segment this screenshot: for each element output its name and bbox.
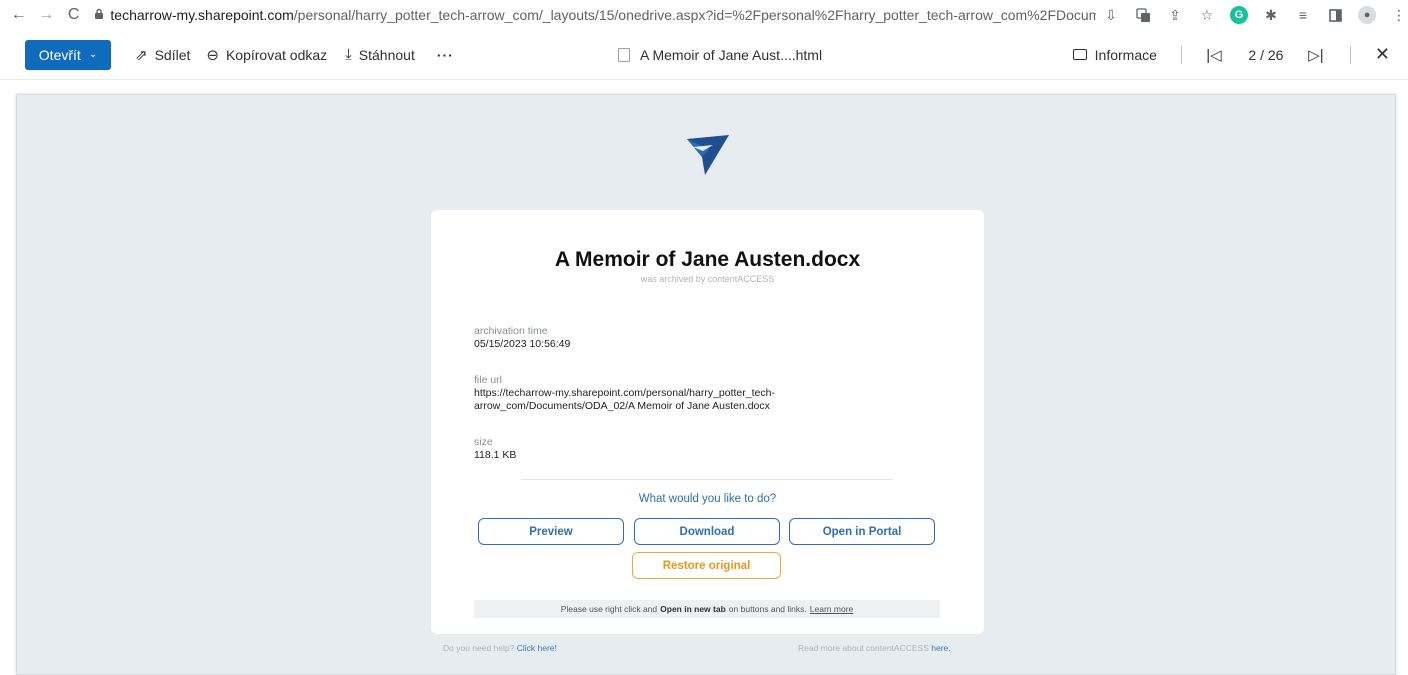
divider: [1349, 45, 1351, 64]
file-title: A Memoir of Jane Aust....html: [618, 47, 822, 63]
last-page-icon[interactable]: ▷|: [1306, 46, 1326, 64]
download-button[interactable]: Download: [634, 518, 780, 545]
hint-bold: Open in new tab: [660, 604, 726, 614]
info-icon: [1072, 49, 1087, 60]
divider: [521, 479, 893, 480]
read-more-footer: Read more about contentACCESS here.: [798, 643, 951, 653]
hint-bar: Please use right click and Open in new t…: [474, 600, 940, 618]
document-title: A Memoir of Jane Austen.docx: [554, 248, 861, 271]
link-icon: ⊖: [206, 46, 219, 64]
pager: |◁ 2 / 26 ▷|: [1182, 46, 1350, 64]
restore-original-button[interactable]: Restore original: [632, 552, 781, 579]
page-indicator: 2 / 26: [1248, 46, 1284, 63]
info-button[interactable]: Informace: [1072, 46, 1157, 63]
download-command-label: Stáhnout: [358, 46, 415, 63]
field-label: file url: [474, 374, 503, 386]
url-path: /personal/harry_potter_tech-arrow_com/_l…: [293, 7, 1097, 23]
learn-more-link[interactable]: Learn more: [810, 604, 853, 614]
reload-icon[interactable]: C: [63, 3, 84, 27]
browser-toolbar: ← → C techarrow-my.sharepoint.com/person…: [0, 0, 1408, 30]
preview-frame: A Memoir of Jane Austen.docx was archive…: [16, 94, 1396, 675]
field-value: 05/15/2023 10:56:49: [474, 338, 571, 350]
share-button[interactable]: ⇗ Sdílet: [135, 46, 190, 64]
copy-link-button[interactable]: ⊖ Kopírovat odkaz: [206, 46, 327, 64]
action-question: What would you like to do?: [638, 493, 777, 505]
open-button-label: Otevřít: [38, 46, 81, 63]
archive-card: A Memoir of Jane Austen.docx was archive…: [431, 210, 984, 634]
help-link[interactable]: Click here!: [517, 643, 557, 653]
field-value: https://techarrow-my.sharepoint.com/pers…: [474, 387, 775, 412]
download-command-button[interactable]: ⤓ Stáhnout: [345, 46, 415, 63]
forward-icon[interactable]: →: [35, 3, 56, 27]
read-more-text: Read more about contentACCESS: [798, 643, 929, 653]
field-label: archivation time: [474, 325, 548, 337]
open-button[interactable]: Otevřít ⌄: [25, 39, 111, 70]
more-icon: ···: [436, 46, 454, 63]
archivation-time-field: archivation time 05/15/2023 10:56:49: [474, 325, 570, 351]
chevron-down-icon: ⌄: [88, 49, 98, 60]
star-icon[interactable]: ☆: [1198, 6, 1216, 24]
profile-icon[interactable]: ●: [1358, 6, 1377, 24]
share-icon[interactable]: ⇪: [1166, 6, 1184, 24]
reading-list-icon[interactable]: ≡: [1294, 6, 1312, 24]
info-label: Informace: [1094, 46, 1157, 63]
field-value: 118.1 KB: [474, 449, 517, 461]
hint-prefix: Please use right click and: [560, 604, 658, 614]
field-label: size: [474, 436, 493, 448]
translate-icon[interactable]: [1134, 6, 1152, 24]
help-footer: Do you need help? Click here!: [443, 643, 557, 653]
open-in-portal-button[interactable]: Open in Portal: [789, 518, 935, 545]
download-icon: ⤓: [345, 46, 352, 63]
side-panel-icon[interactable]: [1326, 6, 1344, 24]
lock-icon: [94, 8, 104, 23]
url-host: techarrow-my.sharepoint.com: [110, 7, 294, 23]
file-name: A Memoir of Jane Aust....html: [640, 46, 823, 63]
install-icon[interactable]: ⇩: [1102, 6, 1120, 24]
copy-link-label: Kopírovat odkaz: [225, 46, 328, 63]
command-bar: Otevřít ⌄ ⇗ Sdílet ⊖ Kopírovat odkaz ⤓ S…: [0, 30, 1408, 80]
share-label: Sdílet: [154, 46, 191, 63]
preview-button[interactable]: Preview: [478, 518, 624, 545]
grammarly-icon[interactable]: G: [1230, 6, 1249, 24]
help-text: Do you need help?: [443, 643, 515, 653]
share-icon: ⇗: [135, 46, 148, 64]
read-more-link[interactable]: here.: [931, 643, 950, 653]
more-button[interactable]: ···: [437, 47, 454, 63]
file-url-field: file url https://techarrow-my.sharepoint…: [474, 374, 854, 413]
address-bar[interactable]: techarrow-my.sharepoint.com/personal/har…: [94, 2, 1096, 28]
menu-icon[interactable]: ⋮: [1390, 6, 1408, 24]
close-icon[interactable]: ✕: [1375, 44, 1390, 65]
back-icon[interactable]: ←: [8, 3, 29, 27]
hint-suffix: on buttons and links.: [728, 604, 807, 614]
file-icon: [618, 47, 630, 62]
size-field: size 118.1 KB: [474, 436, 516, 462]
first-page-icon[interactable]: |◁: [1204, 46, 1224, 64]
document-subtitle: was archived by contentACCESS: [640, 274, 775, 284]
contentaccess-logo-icon: [685, 135, 731, 182]
extensions-icon[interactable]: ✱: [1262, 6, 1280, 24]
